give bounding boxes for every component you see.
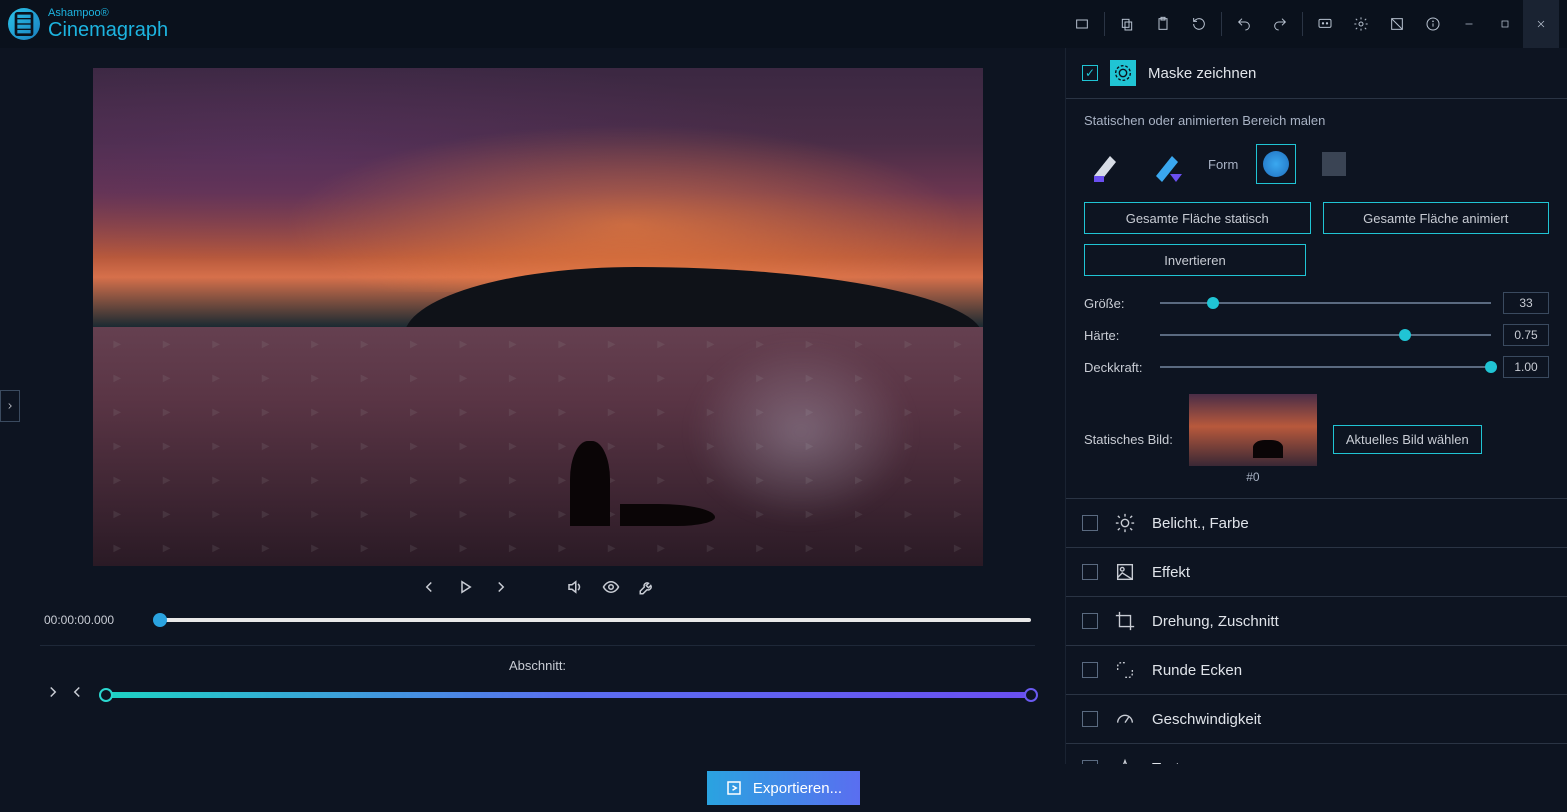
gauge-icon [1112,706,1138,732]
expand-left-panel-button[interactable] [0,390,20,422]
exposure-label: Belicht., Farbe [1152,515,1249,532]
undo-icon[interactable] [1226,0,1262,48]
open-icon[interactable] [1064,0,1100,48]
static-thumbnail[interactable] [1189,394,1317,466]
mask-title: Maske zeichnen [1148,65,1256,82]
brand: Ashampoo® Cinemagraph [8,7,168,41]
crop-icon [1112,608,1138,634]
sun-icon [1112,510,1138,536]
feedback-icon[interactable] [1307,0,1343,48]
mask-hint: Statischen oder animierten Bereich malen [1084,113,1549,128]
mask-body: Statischen oder animierten Bereich malen… [1066,99,1567,499]
panel-mask-header[interactable]: Maske zeichnen [1066,48,1567,99]
window-maximize-button[interactable] [1487,0,1523,48]
speed-checkbox[interactable] [1082,711,1098,727]
titlebar: Ashampoo® Cinemagraph [0,0,1567,48]
playback-controls [420,566,656,613]
prev-frame-button[interactable] [420,578,438,601]
preview-canvas[interactable] [93,68,983,566]
invert-button[interactable]: Invertieren [1084,244,1306,276]
opacity-slider[interactable] [1160,366,1491,368]
next-frame-button[interactable] [492,578,510,601]
timecode: 00:00:00.000 [44,613,140,627]
brand-big: Cinemagraph [48,19,168,41]
window-close-button[interactable] [1523,0,1559,48]
brush-static-icon[interactable] [1084,142,1128,186]
copy-icon[interactable] [1109,0,1145,48]
thumbnail-caption: #0 [1246,470,1259,484]
titlebar-actions [1064,0,1559,48]
brand-small: Ashampoo® [48,7,168,19]
size-slider[interactable] [1160,302,1491,304]
timeline-thumb[interactable] [153,613,167,627]
text-icon [1112,755,1138,764]
effect-icon [1112,559,1138,585]
tools-icon[interactable] [638,578,656,601]
brand-logo-icon [8,8,40,40]
opacity-label: Deckkraft: [1084,360,1148,375]
section-label: Abschnitt: [40,658,1035,673]
opacity-value[interactable]: 1.00 [1503,356,1549,378]
exposure-checkbox[interactable] [1082,515,1098,531]
redo-icon[interactable] [1262,0,1298,48]
timeline-track[interactable] [160,618,1031,622]
info-icon[interactable] [1415,0,1451,48]
form-label: Form [1208,157,1238,172]
preview-icon[interactable] [602,578,620,601]
all-static-button[interactable]: Gesamte Fläche statisch [1084,202,1311,234]
compare-icon[interactable] [1379,0,1415,48]
hardness-value[interactable]: 0.75 [1503,324,1549,346]
mask-icon [1110,60,1136,86]
panel-effect[interactable]: Effekt [1066,548,1567,597]
mask-checkbox[interactable] [1082,65,1098,81]
section-range[interactable] [106,692,1031,698]
export-bar: Exportieren... [0,764,1567,812]
shape-circle-button[interactable] [1256,144,1296,184]
editor-area: 00:00:00.000 Abschnitt: [0,48,1065,764]
settings-icon[interactable] [1343,0,1379,48]
effect-label: Effekt [1152,564,1190,581]
choose-frame-button[interactable]: Aktuelles Bild wählen [1333,425,1482,454]
section-next-button[interactable] [44,683,62,706]
side-panel: Maske zeichnen Statischen oder animierte… [1065,48,1567,764]
panel-speed[interactable]: Geschwindigkeit [1066,695,1567,744]
shape-square-button[interactable] [1314,144,1354,184]
panel-exposure[interactable]: Belicht., Farbe [1066,499,1567,548]
static-image-label: Statisches Bild: [1084,432,1173,447]
hardness-slider[interactable] [1160,334,1491,336]
volume-icon[interactable] [566,578,584,601]
round-label: Runde Ecken [1152,662,1242,679]
round-checkbox[interactable] [1082,662,1098,678]
window-minimize-button[interactable] [1451,0,1487,48]
effect-checkbox[interactable] [1082,564,1098,580]
all-animated-button[interactable]: Gesamte Fläche animiert [1323,202,1550,234]
export-button[interactable]: Exportieren... [707,771,860,805]
hardness-label: Härte: [1084,328,1148,343]
paste-icon[interactable] [1145,0,1181,48]
size-label: Größe: [1084,296,1148,311]
speed-label: Geschwindigkeit [1152,711,1261,728]
brush-animated-icon[interactable] [1146,142,1190,186]
rotate-checkbox[interactable] [1082,613,1098,629]
panel-round[interactable]: Runde Ecken [1066,646,1567,695]
panel-rotate[interactable]: Drehung, Zuschnitt [1066,597,1567,646]
section-start-handle[interactable] [99,688,113,702]
section-prev-button[interactable] [68,683,86,706]
export-label: Exportieren... [753,780,842,797]
rotate-label: Drehung, Zuschnitt [1152,613,1279,630]
section-end-handle[interactable] [1024,688,1038,702]
timeline: 00:00:00.000 [40,613,1035,637]
size-value[interactable]: 33 [1503,292,1549,314]
reset-icon[interactable] [1181,0,1217,48]
panel-text[interactable]: Text [1066,744,1567,764]
round-corners-icon [1112,657,1138,683]
play-button[interactable] [456,578,474,601]
